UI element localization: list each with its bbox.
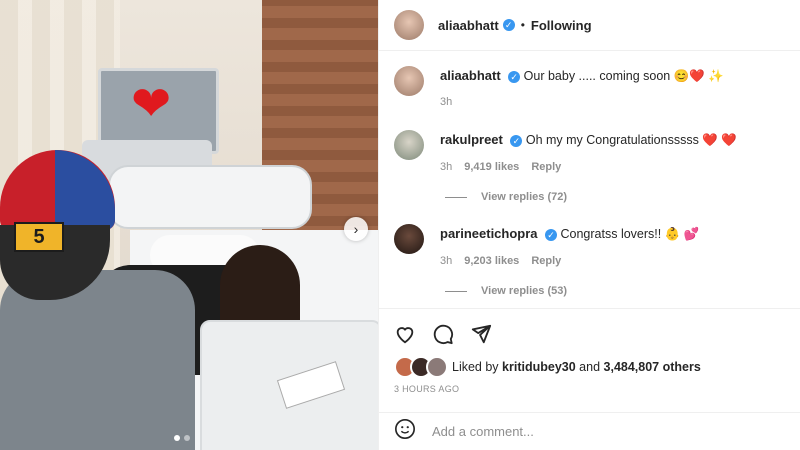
caption-row: aliaabhatt ✓ Our baby ..... coming soon … bbox=[394, 66, 724, 96]
caption-text-block: aliaabhatt ✓ Our baby ..... coming soon … bbox=[440, 66, 724, 96]
view-replies-button[interactable]: View replies (53) bbox=[445, 285, 567, 297]
caption-emoji: 😊❤️ ✨ bbox=[673, 69, 724, 83]
comment-row: rakulpreet ✓ Oh my my Congratulationssss… bbox=[394, 130, 737, 160]
comment-row: parineetichopra ✓ Congratss lovers!! 👶 💕 bbox=[394, 224, 699, 254]
comment-emoji: ❤️ ❤️ bbox=[702, 133, 737, 147]
comment-emoji: 👶 💕 bbox=[664, 227, 700, 241]
view-replies-line bbox=[445, 196, 467, 198]
comment-meta: 3h 9,419 likes Reply bbox=[440, 161, 561, 173]
share-button[interactable] bbox=[470, 323, 492, 345]
post-header: aliaabhatt ✓ • Following bbox=[379, 0, 800, 51]
comment-username[interactable]: rakulpreet bbox=[440, 132, 503, 147]
chevron-right-icon: › bbox=[353, 221, 359, 237]
caption-text: Our baby ..... coming soon bbox=[523, 69, 671, 83]
carousel-next-button[interactable]: › bbox=[344, 217, 368, 241]
comment-reply-button[interactable]: Reply bbox=[531, 255, 561, 267]
comment-text: Congratss lovers!! bbox=[560, 227, 662, 241]
likes-text: Liked by kritidubey30 and 3,484,807 othe… bbox=[452, 360, 701, 374]
heart-icon bbox=[396, 326, 414, 343]
comment-avatar[interactable] bbox=[394, 130, 424, 160]
post-timestamp[interactable]: 3 HOURS AGO bbox=[394, 384, 459, 394]
verified-icon: ✓ bbox=[508, 70, 521, 83]
verified-icon: ✓ bbox=[502, 19, 515, 31]
caption-username[interactable]: aliaabhatt bbox=[440, 68, 501, 83]
photo-bed-rail bbox=[108, 165, 312, 229]
separator-dot: • bbox=[520, 18, 525, 32]
like-button[interactable] bbox=[394, 323, 416, 345]
caption-meta: 3h bbox=[440, 96, 452, 108]
view-replies-label: View replies (53) bbox=[481, 285, 568, 297]
comment-icon bbox=[433, 324, 454, 344]
photo-cap-logo: 5 bbox=[14, 222, 64, 252]
view-replies-button[interactable]: View replies (72) bbox=[445, 191, 567, 203]
post-side-panel: aliaabhatt ✓ • Following aliaabhatt ✓ Ou… bbox=[378, 0, 800, 450]
carousel-dot-active bbox=[174, 435, 180, 441]
post-photo[interactable]: ❤ 5 › bbox=[0, 0, 378, 450]
comment-bar bbox=[379, 412, 800, 450]
comment-time[interactable]: 3h bbox=[440, 255, 452, 267]
comment-reply-button[interactable]: Reply bbox=[531, 161, 561, 173]
comment-input[interactable] bbox=[430, 423, 774, 440]
comment-username[interactable]: parineetichopra bbox=[440, 226, 538, 241]
comment-text: Oh my my Congratulationsssss bbox=[525, 133, 699, 147]
likes-middle: and bbox=[579, 360, 601, 374]
view-replies-line bbox=[445, 290, 467, 292]
verified-icon: ✓ bbox=[510, 134, 523, 147]
carousel-dot bbox=[184, 435, 190, 441]
photo-heart-sticker: ❤ bbox=[131, 78, 172, 131]
caption-time[interactable]: 3h bbox=[440, 96, 452, 108]
comment-meta: 3h 9,203 likes Reply bbox=[440, 255, 561, 267]
caption-avatar[interactable] bbox=[394, 66, 424, 96]
comment-likes[interactable]: 9,203 likes bbox=[464, 255, 519, 267]
author-avatar[interactable] bbox=[394, 10, 424, 40]
comment-button[interactable] bbox=[432, 323, 454, 345]
comment-likes[interactable]: 9,419 likes bbox=[464, 161, 519, 173]
action-bar bbox=[379, 308, 800, 358]
view-replies-label: View replies (72) bbox=[481, 191, 568, 203]
share-icon bbox=[471, 324, 492, 343]
carousel-dots bbox=[174, 435, 190, 441]
likes-others-link[interactable]: 3,484,807 others bbox=[604, 360, 701, 374]
liker-username[interactable]: kritidubey30 bbox=[502, 360, 576, 374]
comment-time[interactable]: 3h bbox=[440, 161, 452, 173]
comment-text-block: rakulpreet ✓ Oh my my Congratulationssss… bbox=[440, 130, 737, 160]
verified-icon: ✓ bbox=[545, 228, 558, 241]
author-username[interactable]: aliaabhatt bbox=[438, 18, 499, 33]
likes-prefix: Liked by bbox=[452, 360, 499, 374]
likes-row: Liked by kritidubey30 and 3,484,807 othe… bbox=[394, 356, 701, 378]
comment-avatar[interactable] bbox=[394, 224, 424, 254]
liker-avatar[interactable] bbox=[426, 356, 448, 378]
following-button[interactable]: Following bbox=[531, 18, 592, 33]
comment-text-block: parineetichopra ✓ Congratss lovers!! 👶 💕 bbox=[440, 224, 699, 254]
emoji-icon[interactable] bbox=[394, 418, 416, 445]
